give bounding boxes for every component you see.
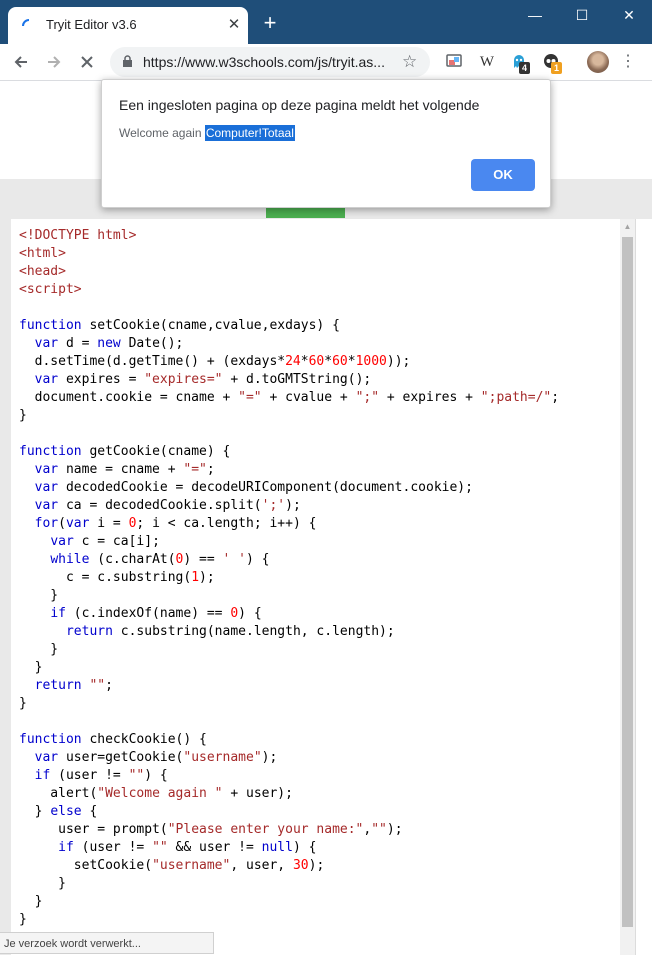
title-bar: Tryit Editor v3.6 ✕ + — ☐ ✕: [0, 0, 652, 44]
stop-x-icon: [81, 56, 93, 68]
code-editor[interactable]: <!DOCTYPE html> <html> <head> <script> f…: [11, 219, 620, 955]
profile-avatar[interactable]: [587, 51, 609, 73]
wikipedia-icon[interactable]: W: [477, 52, 497, 72]
new-tab-button[interactable]: +: [258, 12, 282, 36]
status-bar: Je verzoek wordt verwerkt...: [0, 932, 214, 954]
lock-icon: [123, 55, 132, 67]
back-button[interactable]: [8, 49, 34, 75]
close-window-button[interactable]: ✕: [606, 0, 652, 30]
url-text: https://www.w3schools.com/js/tryit.as...: [143, 54, 385, 70]
dialog-message[interactable]: Welcome again Computer!Totaal: [119, 125, 295, 141]
stop-button[interactable]: [74, 49, 100, 75]
ghostery-icon[interactable]: 4: [510, 52, 531, 74]
scroll-up-arrow-icon[interactable]: ▲: [620, 219, 635, 235]
run-button[interactable]: [266, 207, 345, 218]
maximize-button[interactable]: ☐: [559, 0, 605, 30]
ok-button[interactable]: OK: [471, 159, 535, 191]
browser-tab[interactable]: Tryit Editor v3.6 ✕: [8, 7, 248, 44]
alert-dialog: Een ingesloten pagina op deze pagina mel…: [101, 79, 551, 208]
address-bar[interactable]: https://www.w3schools.com/js/tryit.as...…: [110, 47, 430, 77]
dialog-message-selected[interactable]: Computer!Totaal: [204, 125, 295, 141]
cast-icon[interactable]: [445, 52, 465, 72]
tampermonkey-badge: 1: [551, 62, 563, 74]
scrollbar-thumb[interactable]: [622, 237, 633, 927]
tab-title: Tryit Editor v3.6: [46, 17, 137, 32]
code-text[interactable]: <!DOCTYPE html> <html> <head> <script> f…: [19, 227, 559, 929]
dialog-title: Een ingesloten pagina op deze pagina mel…: [119, 97, 480, 113]
forward-arrow-icon: [48, 56, 61, 68]
loading-spinner-icon: [22, 19, 30, 27]
result-panel-edge: [635, 219, 652, 955]
editor-scrollbar[interactable]: ▲: [620, 219, 635, 955]
tab-close-icon[interactable]: ✕: [224, 15, 244, 35]
ghostery-badge: 4: [519, 62, 531, 74]
menu-kebab-icon[interactable]: ⋮: [620, 51, 636, 73]
back-arrow-icon: [14, 56, 27, 68]
dialog-message-prefix: Welcome again: [119, 126, 202, 140]
minimize-button[interactable]: —: [512, 0, 558, 30]
forward-button[interactable]: [41, 49, 67, 75]
browser-toolbar: https://www.w3schools.com/js/tryit.as...…: [0, 44, 652, 81]
bookmark-star-icon[interactable]: ☆: [402, 52, 417, 72]
tampermonkey-icon[interactable]: 1: [542, 52, 563, 74]
